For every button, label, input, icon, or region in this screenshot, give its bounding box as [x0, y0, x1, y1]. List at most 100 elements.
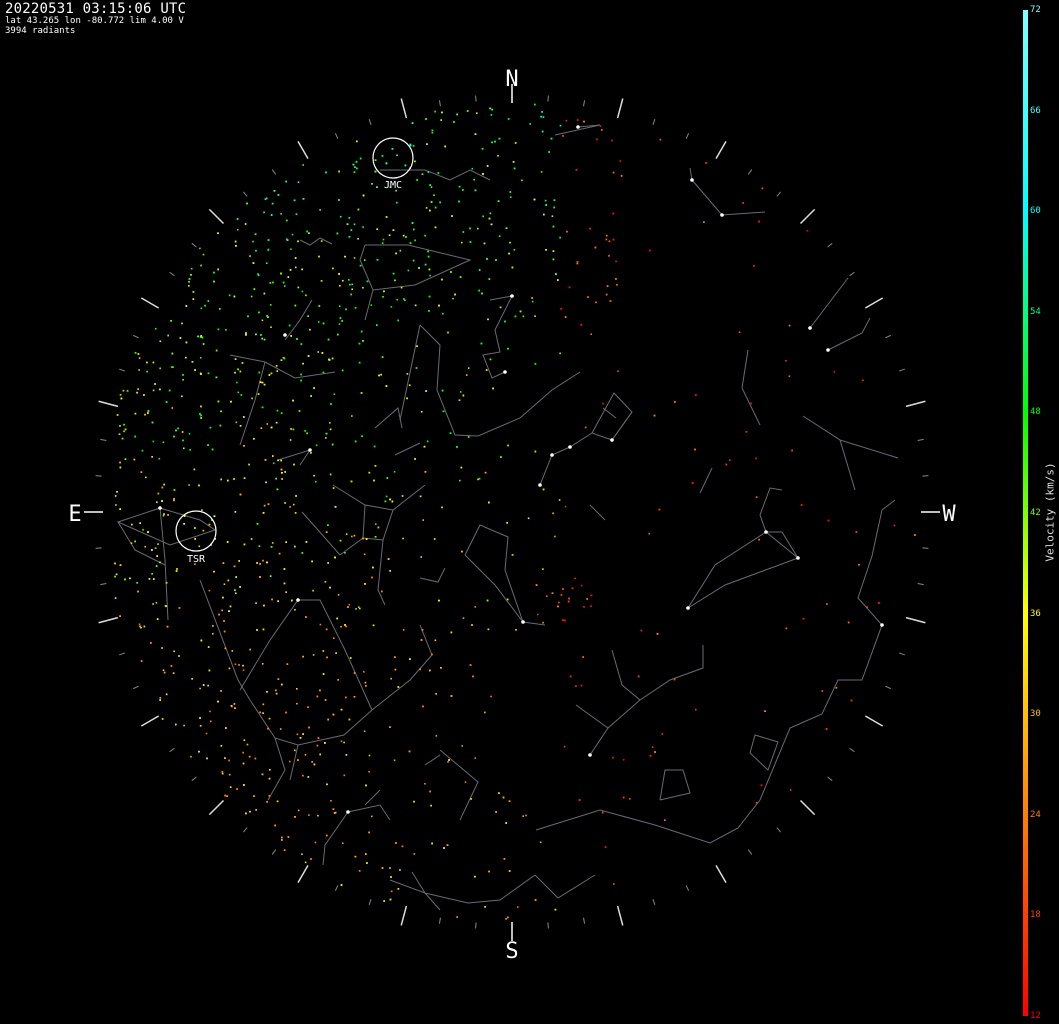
radiant-dot: [287, 836, 290, 838]
radiant-dot: [541, 130, 544, 133]
radiant-dot: [414, 458, 416, 460]
constellation-line: [424, 754, 441, 766]
radiant-dot: [297, 286, 300, 289]
radiant-dot: [376, 228, 378, 230]
radiant-dot: [264, 459, 267, 461]
radiant-dot: [307, 315, 309, 317]
horizon-tick: [616, 905, 624, 926]
radiant-dot: [267, 503, 270, 505]
colorbar-tick-label: 30: [1030, 709, 1041, 720]
radiant-dot: [229, 605, 232, 608]
horizon-tick: [827, 242, 833, 248]
radiant-dot: [305, 294, 307, 297]
radiant-dot: [476, 112, 478, 114]
radiant-dot: [255, 249, 257, 252]
radiant-dot: [164, 605, 167, 607]
radiant-dot: [462, 231, 465, 233]
radiant-dot: [305, 541, 308, 543]
radiant-dot: [451, 215, 453, 217]
radiant-dot: [206, 757, 208, 760]
radiant-dot: [156, 618, 159, 620]
radiant-dot: [300, 379, 302, 382]
radiant-dot: [478, 289, 480, 292]
radiant-dot: [511, 554, 514, 556]
radiant-dot: [251, 397, 253, 400]
radiant-dot: [505, 227, 508, 229]
radiant-dot: [612, 756, 614, 759]
radiant-dot: [165, 693, 168, 696]
radiant-dot: [324, 699, 327, 701]
radiant-dot: [862, 379, 864, 382]
radiant-dot: [562, 619, 564, 621]
sky-map: JMC TSR N S E W: [68, 67, 956, 964]
radiant-dot: [444, 145, 446, 148]
radiant-dot: [297, 181, 300, 183]
radiant-dot: [342, 279, 344, 282]
radiant-dot: [514, 142, 517, 144]
radiant-dot: [486, 258, 488, 260]
radiant-dot: [430, 201, 433, 203]
radiant-dot: [788, 324, 791, 327]
horizon-tick: [400, 98, 408, 119]
radiant-dot: [391, 148, 394, 150]
radiant-dot: [346, 223, 349, 225]
radiant-dot: [392, 272, 395, 275]
radiant-dot: [435, 693, 437, 695]
radiant-dot: [658, 508, 661, 511]
radiant-dot: [560, 308, 562, 310]
horizon-tick: [368, 898, 372, 905]
horizon-tick: [827, 776, 833, 782]
radiant-dot: [456, 916, 458, 918]
radiant-dot: [431, 129, 434, 132]
radiant-dot: [461, 241, 463, 244]
radiant-dot: [338, 305, 341, 307]
radiant-dot: [637, 675, 640, 678]
radiant-dot: [313, 763, 316, 766]
radiant-dot: [220, 690, 222, 692]
radiant-dot: [362, 194, 365, 197]
radiant-dot: [378, 374, 380, 377]
radiant-dot: [847, 621, 850, 624]
radiant-dot: [534, 450, 537, 453]
radiant-dot: [317, 321, 320, 323]
constellation-line: [359, 244, 472, 291]
radiant-dot: [508, 800, 511, 802]
radiant-dot: [198, 750, 200, 753]
radiant-dot: [319, 209, 321, 211]
radiant-dot: [695, 708, 697, 711]
radiant-dot: [533, 198, 536, 201]
horizon-tick: [132, 334, 139, 339]
radiant-dot: [425, 207, 428, 209]
radiant-dot: [124, 458, 127, 460]
radiant-dot: [567, 600, 570, 603]
radiant-dot: [469, 227, 471, 230]
radiant-dot: [389, 726, 391, 728]
radiant-dot: [213, 271, 215, 274]
radiant-dot: [236, 788, 238, 790]
radiant-dot: [295, 266, 297, 269]
constellation-line: [399, 324, 421, 421]
constellation-line: [229, 354, 336, 379]
radiant-dot: [429, 790, 431, 793]
radiant-dot: [297, 809, 300, 812]
radiant-dot: [351, 288, 353, 291]
radiant-dot: [234, 358, 237, 360]
radiant-dot: [294, 304, 297, 307]
radiant-dot: [118, 433, 121, 435]
radiant-dot: [389, 898, 392, 901]
shower-jmc[interactable]: JMC: [372, 137, 414, 191]
radiant-dot: [163, 513, 165, 515]
radiant-dot: [266, 262, 268, 264]
radiant-dot: [355, 608, 357, 610]
radiant-dot: [365, 685, 367, 687]
radiant-dot: [574, 577, 576, 580]
radiant-dot: [498, 792, 500, 794]
constellation-line: [299, 237, 333, 246]
radiant-dot: [249, 255, 251, 257]
radiant-dot: [252, 262, 255, 264]
radiant-dot: [474, 133, 477, 135]
radiant-dot: [381, 155, 384, 157]
radiant-dot: [311, 761, 313, 763]
constellation-line: [464, 524, 524, 623]
radiant-dot: [306, 432, 308, 435]
